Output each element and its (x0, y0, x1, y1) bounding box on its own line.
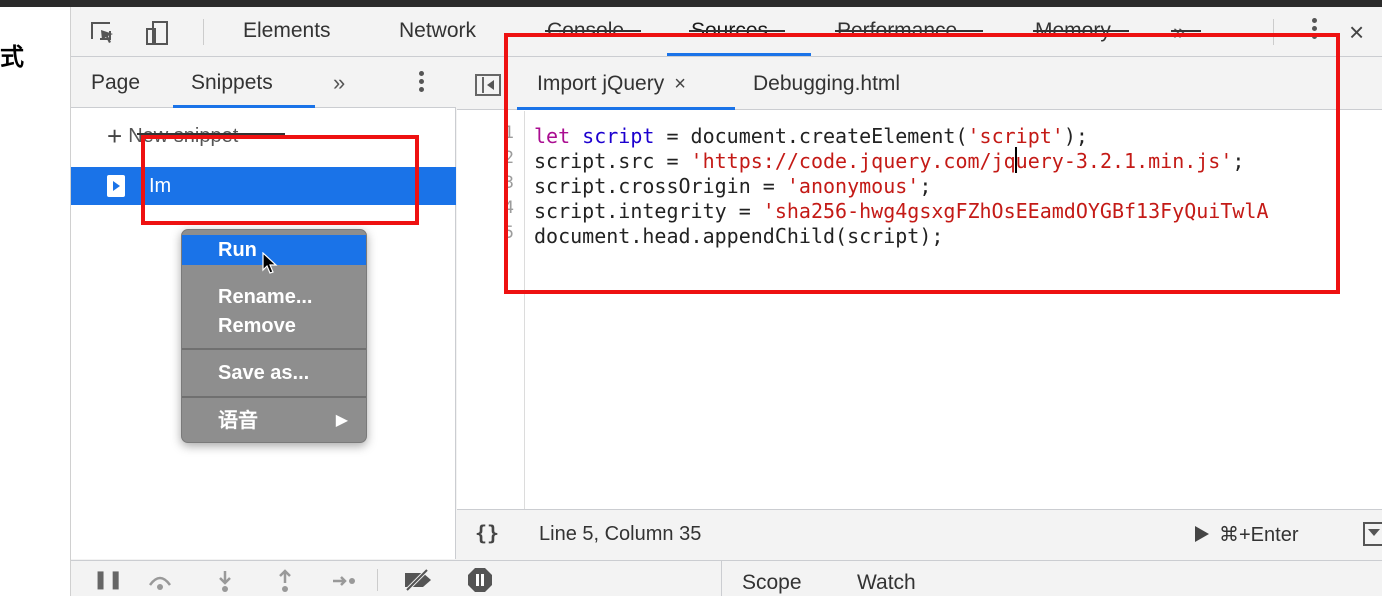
context-menu-separator (182, 396, 366, 398)
annotation-strike (689, 30, 785, 32)
run-snippet-button[interactable]: ⌘+Enter (1195, 522, 1298, 547)
active-navigator-tab-indicator (173, 105, 315, 108)
background-page-text: 式 (0, 43, 24, 71)
snippet-file-icon (107, 175, 125, 197)
step-out-icon[interactable] (275, 569, 295, 593)
debugger-panel-divider (721, 561, 722, 596)
tab-scope[interactable]: Scope (742, 571, 802, 595)
toolbar-separator (377, 569, 378, 591)
pause-on-exceptions-icon[interactable] (467, 567, 493, 593)
tab-watch[interactable]: Watch (857, 571, 916, 595)
inspect-element-icon[interactable] (89, 20, 117, 46)
editor-status-bar: {} Line 5, Column 35 ⌘+Enter (457, 509, 1382, 559)
window-top-edge (0, 0, 1382, 7)
step-into-icon[interactable] (215, 569, 235, 593)
context-menu-remove[interactable]: Remove (182, 311, 366, 341)
cursor-position: Line 5, Column 35 (539, 523, 702, 545)
navigator-menu-icon[interactable] (415, 68, 427, 102)
toggle-navigator-icon[interactable] (475, 74, 501, 96)
toolbar-separator (203, 19, 204, 45)
more-navigator-tabs-button[interactable]: » (333, 70, 345, 96)
step-icon[interactable] (331, 571, 357, 591)
debugger-toolbar: ❚❚ Scope Watch (71, 560, 1382, 596)
snippet-context-menu: Run Rename... Remove Save as... 语音 ▶ (181, 229, 367, 443)
tab-snippets[interactable]: Snippets (191, 71, 273, 95)
background-page-strip: 式 (0, 7, 70, 596)
pause-icon[interactable]: ❚❚ (93, 569, 123, 590)
context-menu-save-as[interactable]: Save as... (182, 358, 366, 388)
submenu-arrow-icon: ▶ (335, 412, 348, 429)
annotation-box-code (504, 33, 1340, 294)
annotation-strike (1171, 30, 1201, 32)
play-icon (1195, 526, 1209, 542)
context-menu-speech-label: 语音 (218, 410, 258, 432)
annotation-strike (835, 30, 983, 32)
device-toolbar-icon[interactable] (143, 20, 171, 46)
context-menu-separator (182, 348, 366, 350)
annotation-strike (545, 30, 641, 32)
sources-navigator: Page Snippets » + New snippet Im Run Rena… (71, 58, 456, 559)
deactivate-breakpoints-icon[interactable] (401, 569, 435, 591)
pretty-print-button[interactable]: {} (475, 521, 499, 545)
context-menu-speech[interactable]: 语音 ▶ (182, 406, 366, 436)
tab-elements[interactable]: Elements (243, 19, 331, 43)
coverage-dropdown-icon[interactable] (1363, 522, 1382, 546)
step-over-icon[interactable] (147, 571, 173, 591)
annotation-box-run (141, 135, 419, 225)
annotation-strike (1033, 30, 1129, 32)
plus-icon: + (107, 121, 123, 151)
tab-network[interactable]: Network (399, 19, 476, 43)
mouse-cursor-icon (262, 252, 278, 274)
tab-page[interactable]: Page (91, 71, 140, 95)
navigator-tabs: Page Snippets » (71, 58, 456, 108)
context-menu-rename[interactable]: Rename... (182, 282, 366, 312)
run-shortcut-label: ⌘+Enter (1219, 524, 1299, 546)
close-devtools-icon[interactable]: × (1349, 17, 1364, 48)
